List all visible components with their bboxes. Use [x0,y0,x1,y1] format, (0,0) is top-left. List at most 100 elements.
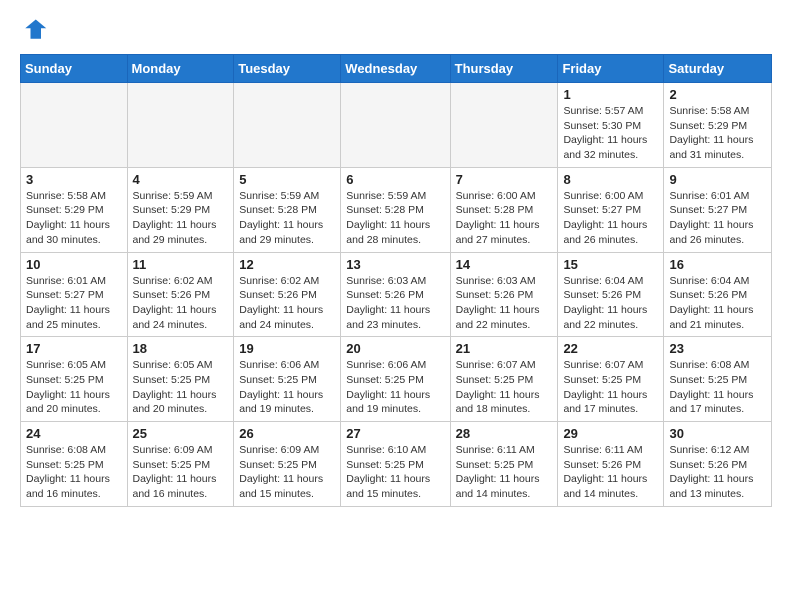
day-number: 5 [239,172,335,187]
day-cell: 23 Sunrise: 6:08 AMSunset: 5:25 PMDayligh… [664,337,772,422]
day-number: 26 [239,426,335,441]
day-info: Sunrise: 5:59 AMSunset: 5:28 PMDaylight:… [239,189,335,248]
calendar-table: SundayMondayTuesdayWednesdayThursdayFrid… [20,54,772,507]
day-info: Sunrise: 6:00 AMSunset: 5:28 PMDaylight:… [456,189,553,248]
day-number: 28 [456,426,553,441]
day-cell [21,83,128,168]
day-cell: 22 Sunrise: 6:07 AMSunset: 5:25 PMDayligh… [558,337,664,422]
day-info: Sunrise: 6:06 AMSunset: 5:25 PMDaylight:… [239,358,335,417]
page: SundayMondayTuesdayWednesdayThursdayFrid… [0,0,792,523]
day-number: 20 [346,341,444,356]
day-number: 27 [346,426,444,441]
day-cell: 6 Sunrise: 5:59 AMSunset: 5:28 PMDaylight… [341,167,450,252]
day-cell: 26 Sunrise: 6:09 AMSunset: 5:25 PMDayligh… [234,422,341,507]
day-info: Sunrise: 6:12 AMSunset: 5:26 PMDaylight:… [669,443,766,502]
day-number: 23 [669,341,766,356]
day-cell: 16Sunrise: 6:04 AMSunset: 5:26 PMDayligh… [664,252,772,337]
day-info: Sunrise: 5:58 AMSunset: 5:29 PMDaylight:… [669,104,766,163]
day-cell: 15 Sunrise: 6:04 AMSunset: 5:26 PMDayligh… [558,252,664,337]
day-cell: 9Sunrise: 6:01 AMSunset: 5:27 PMDaylight… [664,167,772,252]
day-cell: 28 Sunrise: 6:11 AMSunset: 5:25 PMDayligh… [450,422,558,507]
day-cell: 21 Sunrise: 6:07 AMSunset: 5:25 PMDayligh… [450,337,558,422]
day-cell: 29 Sunrise: 6:11 AMSunset: 5:26 PMDayligh… [558,422,664,507]
day-cell: 25 Sunrise: 6:09 AMSunset: 5:25 PMDayligh… [127,422,234,507]
week-row-1: 1 Sunrise: 5:57 AMSunset: 5:30 PMDaylight… [21,83,772,168]
day-info: Sunrise: 6:03 AMSunset: 5:26 PMDaylight:… [456,274,553,333]
day-info: Sunrise: 6:11 AMSunset: 5:26 PMDaylight:… [563,443,658,502]
day-number: 10 [26,257,122,272]
day-info: Sunrise: 6:05 AMSunset: 5:25 PMDaylight:… [133,358,229,417]
day-info: Sunrise: 6:05 AMSunset: 5:25 PMDaylight:… [26,358,122,417]
day-info: Sunrise: 6:00 AMSunset: 5:27 PMDaylight:… [563,189,658,248]
day-number: 24 [26,426,122,441]
day-number: 30 [669,426,766,441]
day-cell: 8 Sunrise: 6:00 AMSunset: 5:27 PMDaylight… [558,167,664,252]
day-number: 18 [133,341,229,356]
day-info: Sunrise: 6:08 AMSunset: 5:25 PMDaylight:… [669,358,766,417]
day-number: 15 [563,257,658,272]
day-info: Sunrise: 6:02 AMSunset: 5:26 PMDaylight:… [239,274,335,333]
day-cell: 27Sunrise: 6:10 AMSunset: 5:25 PMDayligh… [341,422,450,507]
day-cell: 20 Sunrise: 6:06 AMSunset: 5:25 PMDayligh… [341,337,450,422]
day-number: 6 [346,172,444,187]
day-info: Sunrise: 5:57 AMSunset: 5:30 PMDaylight:… [563,104,658,163]
day-cell: 14 Sunrise: 6:03 AMSunset: 5:26 PMDayligh… [450,252,558,337]
header [20,16,772,44]
day-info: Sunrise: 6:09 AMSunset: 5:25 PMDaylight:… [239,443,335,502]
day-cell: 12Sunrise: 6:02 AMSunset: 5:26 PMDayligh… [234,252,341,337]
day-cell: 30 Sunrise: 6:12 AMSunset: 5:26 PMDayligh… [664,422,772,507]
week-row-3: 10 Sunrise: 6:01 AMSunset: 5:27 PMDayligh… [21,252,772,337]
day-info: Sunrise: 5:59 AMSunset: 5:28 PMDaylight:… [346,189,444,248]
day-number: 17 [26,341,122,356]
day-cell: 1 Sunrise: 5:57 AMSunset: 5:30 PMDaylight… [558,83,664,168]
day-cell [450,83,558,168]
day-number: 3 [26,172,122,187]
day-info: Sunrise: 6:04 AMSunset: 5:26 PMDaylight:… [563,274,658,333]
day-number: 25 [133,426,229,441]
logo-icon [20,16,48,44]
logo [20,16,52,44]
day-number: 19 [239,341,335,356]
day-cell: 7Sunrise: 6:00 AMSunset: 5:28 PMDaylight… [450,167,558,252]
day-info: Sunrise: 5:58 AMSunset: 5:29 PMDaylight:… [26,189,122,248]
day-number: 11 [133,257,229,272]
day-info: Sunrise: 6:08 AMSunset: 5:25 PMDaylight:… [26,443,122,502]
day-info: Sunrise: 6:07 AMSunset: 5:25 PMDaylight:… [563,358,658,417]
week-row-4: 17 Sunrise: 6:05 AMSunset: 5:25 PMDayligh… [21,337,772,422]
col-header-wednesday: Wednesday [341,55,450,83]
day-cell [234,83,341,168]
day-number: 14 [456,257,553,272]
day-info: Sunrise: 5:59 AMSunset: 5:29 PMDaylight:… [133,189,229,248]
day-number: 8 [563,172,658,187]
day-cell: 11 Sunrise: 6:02 AMSunset: 5:26 PMDayligh… [127,252,234,337]
day-cell: 10 Sunrise: 6:01 AMSunset: 5:27 PMDayligh… [21,252,128,337]
col-header-saturday: Saturday [664,55,772,83]
col-header-monday: Monday [127,55,234,83]
day-info: Sunrise: 6:11 AMSunset: 5:25 PMDaylight:… [456,443,553,502]
day-cell: 17 Sunrise: 6:05 AMSunset: 5:25 PMDayligh… [21,337,128,422]
col-header-sunday: Sunday [21,55,128,83]
day-info: Sunrise: 6:07 AMSunset: 5:25 PMDaylight:… [456,358,553,417]
day-info: Sunrise: 6:04 AMSunset: 5:26 PMDaylight:… [669,274,766,333]
day-number: 1 [563,87,658,102]
day-info: Sunrise: 6:09 AMSunset: 5:25 PMDaylight:… [133,443,229,502]
day-info: Sunrise: 6:06 AMSunset: 5:25 PMDaylight:… [346,358,444,417]
day-cell: 2 Sunrise: 5:58 AMSunset: 5:29 PMDaylight… [664,83,772,168]
week-row-2: 3 Sunrise: 5:58 AMSunset: 5:29 PMDaylight… [21,167,772,252]
day-number: 13 [346,257,444,272]
day-cell: 4Sunrise: 5:59 AMSunset: 5:29 PMDaylight… [127,167,234,252]
col-header-friday: Friday [558,55,664,83]
day-number: 22 [563,341,658,356]
day-info: Sunrise: 6:01 AMSunset: 5:27 PMDaylight:… [669,189,766,248]
day-number: 21 [456,341,553,356]
day-cell [341,83,450,168]
day-info: Sunrise: 6:02 AMSunset: 5:26 PMDaylight:… [133,274,229,333]
col-header-thursday: Thursday [450,55,558,83]
day-info: Sunrise: 6:03 AMSunset: 5:26 PMDaylight:… [346,274,444,333]
day-cell: 3 Sunrise: 5:58 AMSunset: 5:29 PMDaylight… [21,167,128,252]
day-info: Sunrise: 6:01 AMSunset: 5:27 PMDaylight:… [26,274,122,333]
day-cell: 19 Sunrise: 6:06 AMSunset: 5:25 PMDayligh… [234,337,341,422]
day-number: 29 [563,426,658,441]
day-cell [127,83,234,168]
day-number: 2 [669,87,766,102]
